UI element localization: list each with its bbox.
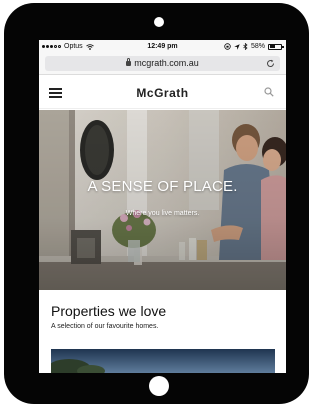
reload-icon[interactable] <box>266 59 275 68</box>
screen: Optus 12:49 pm 58% mcgrath.com.au McGrat… <box>39 40 286 373</box>
logo-text: McGrath <box>136 86 189 100</box>
search-icon[interactable] <box>264 87 274 97</box>
section-subtitle: A selection of our favourite homes. <box>51 323 159 330</box>
battery-icon <box>268 43 284 50</box>
orientation-lock-icon <box>224 43 231 50</box>
property-listing-image[interactable] <box>51 349 275 373</box>
url-display[interactable]: mcgrath.com.au <box>45 58 280 68</box>
battery-percent: 58% <box>250 43 265 50</box>
lock-icon <box>126 58 132 66</box>
section-title: Properties we love <box>51 303 167 319</box>
home-button[interactable] <box>149 376 169 396</box>
site-logo[interactable]: McGrath <box>39 86 286 100</box>
site-header: McGrath <box>39 76 286 109</box>
address-bar[interactable]: mcgrath.com.au <box>45 56 280 71</box>
status-bar: Optus 12:49 pm 58% <box>39 40 286 53</box>
browser-toolbar: mcgrath.com.au <box>39 53 286 75</box>
property-photo <box>51 349 275 373</box>
battery-level-fill <box>269 45 276 48</box>
hero-subtitle: Where you live matters. <box>125 210 200 217</box>
hero-title: A SENSE OF PLACE. <box>87 178 238 195</box>
bluetooth-icon <box>243 43 248 50</box>
hero-background-image <box>39 110 286 290</box>
location-arrow-icon <box>234 43 240 50</box>
hero-banner: A SENSE OF PLACE. Where you live matters… <box>39 110 286 290</box>
tablet-device-frame: Optus 12:49 pm 58% mcgrath.com.au McGrat… <box>4 3 309 404</box>
status-right: 58% <box>224 43 284 50</box>
front-camera <box>154 17 164 27</box>
url-text: mcgrath.com.au <box>134 58 199 68</box>
